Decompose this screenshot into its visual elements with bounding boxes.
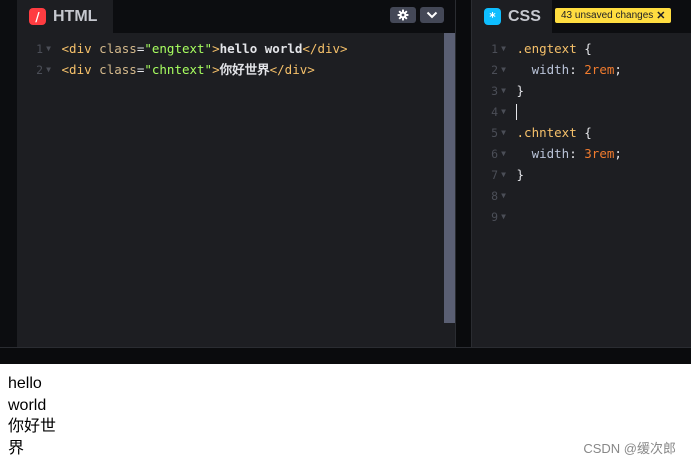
- code-token-punct: ;: [614, 62, 622, 77]
- code-token-value: 2rem: [584, 62, 615, 77]
- code-token-text: hello world: [219, 41, 303, 56]
- preview-eng-line: hello: [8, 375, 42, 392]
- code-line[interactable]: 1 ▼ .engtext {: [472, 38, 691, 59]
- fold-arrow-icon[interactable]: ▼: [43, 59, 54, 80]
- collapse-button[interactable]: [420, 7, 444, 23]
- code-token-selector: .engtext: [516, 41, 577, 56]
- code-token-tag: >: [212, 41, 220, 56]
- code-token-value: 3rem: [584, 146, 615, 161]
- pane-resize-handle[interactable]: [455, 0, 472, 347]
- code-token-punct: :: [569, 146, 585, 161]
- fold-arrow-icon[interactable]: ▼: [498, 38, 509, 59]
- preview-chn-line: 你好世: [8, 418, 57, 435]
- fold-arrow-icon[interactable]: ▼: [498, 80, 509, 101]
- close-icon[interactable]: ✕: [656, 9, 665, 22]
- html-scrollbar[interactable]: [444, 33, 455, 323]
- fold-arrow-icon[interactable]: ▼: [498, 59, 509, 80]
- code-line[interactable]: 1 ▼ <div class="engtext">hello world</div…: [17, 38, 455, 59]
- code-token-property: width: [516, 62, 570, 77]
- preview-eng-line: world: [8, 396, 47, 414]
- code-token-selector: .chntext: [516, 125, 577, 140]
- unsaved-changes-badge[interactable]: 43 unsaved changes ✕: [555, 8, 671, 23]
- html-slash-icon: /: [29, 8, 46, 25]
- code-line[interactable]: 2 ▼ width: 2rem;: [472, 59, 691, 80]
- fold-arrow-icon[interactable]: ▼: [498, 101, 509, 122]
- fold-arrow-icon[interactable]: ▼: [498, 164, 509, 185]
- html-tab[interactable]: / HTML: [17, 0, 113, 33]
- code-token-brace: }: [516, 167, 525, 182]
- css-editor-pane: * CSS 43 unsaved changes ✕ 1 ▼ .engtext {…: [472, 0, 691, 347]
- code-line[interactable]: 2 ▼ <div class="chntext">你好世界</div>: [17, 59, 455, 80]
- html-tab-title: HTML: [53, 7, 98, 25]
- line-number: 1: [491, 42, 498, 56]
- code-token-tag: </div>: [302, 41, 348, 56]
- line-number: 2: [491, 63, 498, 77]
- html-code-area[interactable]: 1 ▼ <div class="engtext">hello world</div…: [17, 38, 455, 80]
- css-asterisk-icon: *: [484, 8, 501, 25]
- css-tab-title: CSS: [508, 7, 541, 25]
- code-token-property: width: [516, 146, 570, 161]
- code-token-brace: }: [516, 83, 525, 98]
- line-number: 8: [491, 189, 498, 203]
- preview-resize-bar[interactable]: [0, 347, 691, 364]
- code-token-text: 你好世界: [219, 62, 270, 77]
- line-number: 3: [491, 84, 498, 98]
- fold-arrow-icon[interactable]: ▼: [43, 38, 54, 59]
- code-token-tag: </div>: [269, 62, 315, 77]
- code-line[interactable]: 4 ▼: [472, 101, 691, 122]
- settings-button[interactable]: [390, 7, 416, 23]
- code-token-brace: {: [576, 125, 592, 140]
- result-preview: hello world 你好世 界: [8, 373, 58, 459]
- code-token-punct: ;: [614, 146, 622, 161]
- code-line[interactable]: 3 ▼ }: [472, 80, 691, 101]
- code-line[interactable]: 7 ▼ }: [472, 164, 691, 185]
- preview-engtext: hello world: [8, 373, 58, 416]
- text-cursor: [516, 104, 517, 120]
- line-number: 1: [36, 42, 43, 56]
- editor-area: / HTML 1 ▼ <div class="engtext">hello wor…: [0, 0, 691, 347]
- code-line[interactable]: 9 ▼: [472, 206, 691, 227]
- code-token-tag: <div: [61, 41, 92, 56]
- html-pane-header: / HTML: [17, 0, 455, 33]
- line-number: 4: [491, 105, 498, 119]
- code-token-brace: {: [576, 41, 592, 56]
- html-editor-pane: / HTML 1 ▼ <div class="engtext">hello wor…: [17, 0, 455, 347]
- line-number: 5: [491, 126, 498, 140]
- gear-icon: [397, 9, 409, 21]
- code-line[interactable]: 5 ▼ .chntext {: [472, 122, 691, 143]
- line-number: 2: [36, 63, 43, 77]
- left-gutter-strip: [0, 0, 18, 347]
- chevron-down-icon: [426, 11, 438, 19]
- css-code-area[interactable]: 1 ▼ .engtext {2 ▼ width: 2rem; 3 ▼ } 4 ▼ 5 ▼ .c…: [472, 38, 691, 227]
- preview-chntext: 你好世 界: [8, 416, 58, 459]
- line-number: 6: [491, 147, 498, 161]
- code-line[interactable]: 8 ▼: [472, 185, 691, 206]
- code-token-attr: class: [99, 62, 137, 77]
- css-tab[interactable]: * CSS: [472, 0, 552, 33]
- code-token-string: "chntext": [144, 62, 213, 77]
- code-token-tag: <div: [61, 62, 92, 77]
- code-token-tag: >: [212, 62, 220, 77]
- fold-arrow-icon[interactable]: ▼: [498, 185, 509, 206]
- code-line[interactable]: 6 ▼ width: 3rem;: [472, 143, 691, 164]
- fold-arrow-icon[interactable]: ▼: [498, 143, 509, 164]
- preview-chn-line: 界: [8, 439, 25, 457]
- watermark: CSDN @缓次郎: [583, 441, 676, 456]
- code-token-punct: :: [569, 62, 585, 77]
- unsaved-changes-text: 43 unsaved changes: [561, 10, 654, 21]
- line-number: 7: [491, 168, 498, 182]
- code-token-string: "engtext": [144, 41, 213, 56]
- css-pane-header: * CSS 43 unsaved changes ✕: [472, 0, 691, 33]
- fold-arrow-icon[interactable]: ▼: [498, 122, 509, 143]
- code-token-attr: class: [99, 41, 137, 56]
- fold-arrow-icon[interactable]: ▼: [498, 206, 509, 227]
- line-number: 9: [491, 210, 498, 224]
